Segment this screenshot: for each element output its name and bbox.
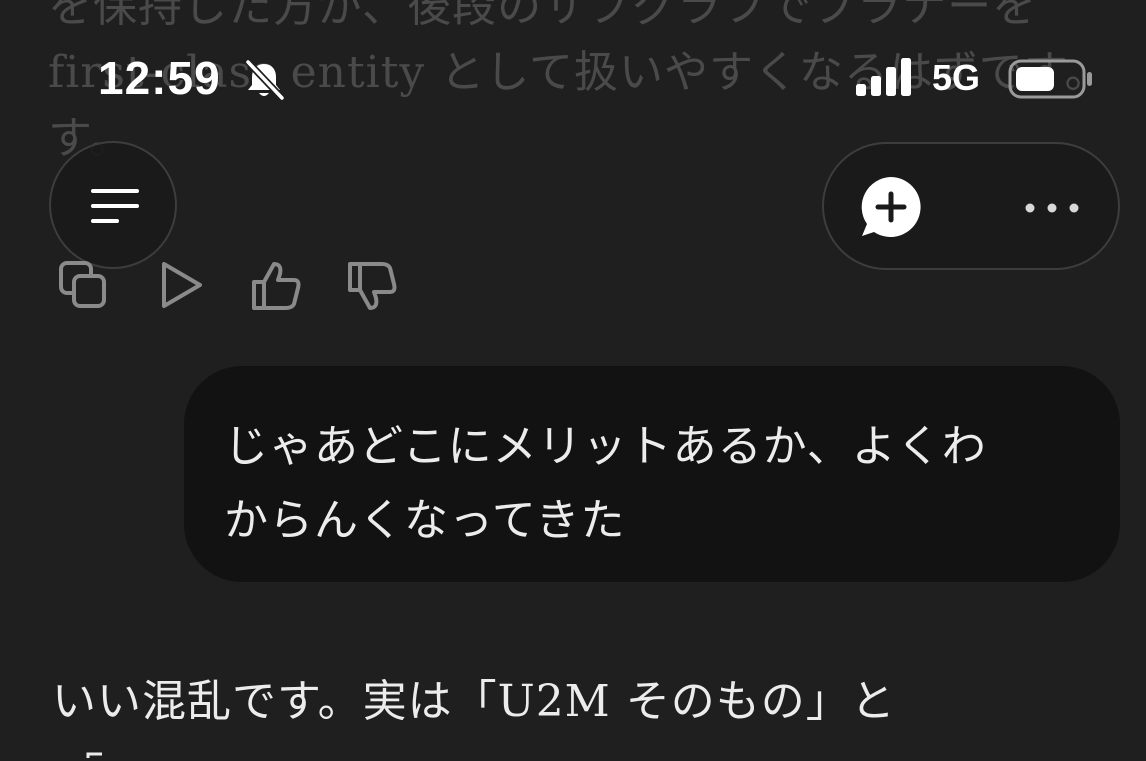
battery-icon bbox=[1008, 59, 1092, 99]
more-icon[interactable] bbox=[1020, 188, 1084, 228]
copy-icon[interactable] bbox=[56, 258, 112, 314]
header-actions bbox=[822, 142, 1120, 270]
play-icon[interactable] bbox=[152, 258, 208, 314]
status-time: 12:59 bbox=[98, 52, 221, 104]
thumbs-down-icon[interactable] bbox=[344, 258, 400, 314]
user-message-line-2: からんくなってきた bbox=[224, 495, 626, 546]
menu-icon bbox=[91, 189, 139, 223]
bell-slash-icon bbox=[245, 59, 285, 101]
new-chat-icon[interactable] bbox=[858, 174, 924, 240]
assistant-message-highlight: U2M bbox=[497, 676, 611, 727]
network-type-label: 5G bbox=[932, 57, 981, 98]
assistant-message-next-line bbox=[86, 752, 102, 758]
menu-button[interactable] bbox=[49, 141, 177, 269]
thumbs-up-icon[interactable] bbox=[248, 258, 304, 314]
assistant-message: いい混乱です。実は「U2M そのもの」と bbox=[52, 664, 1112, 740]
assistant-message-part-1: いい混乱です。実は「 bbox=[52, 676, 498, 727]
user-message-bubble: じゃあどこにメリットあるか、よくわ からんくなってきた bbox=[184, 366, 1120, 582]
user-message-line-1: じゃあどこにメリットあるか、よくわ bbox=[224, 421, 987, 472]
signal-bars-icon bbox=[856, 58, 911, 96]
assistant-message-part-2: そのもの」と bbox=[610, 676, 896, 727]
background-text-line-1: を保持した方が、後段のサブグラフでブラナーを bbox=[48, 0, 1038, 32]
